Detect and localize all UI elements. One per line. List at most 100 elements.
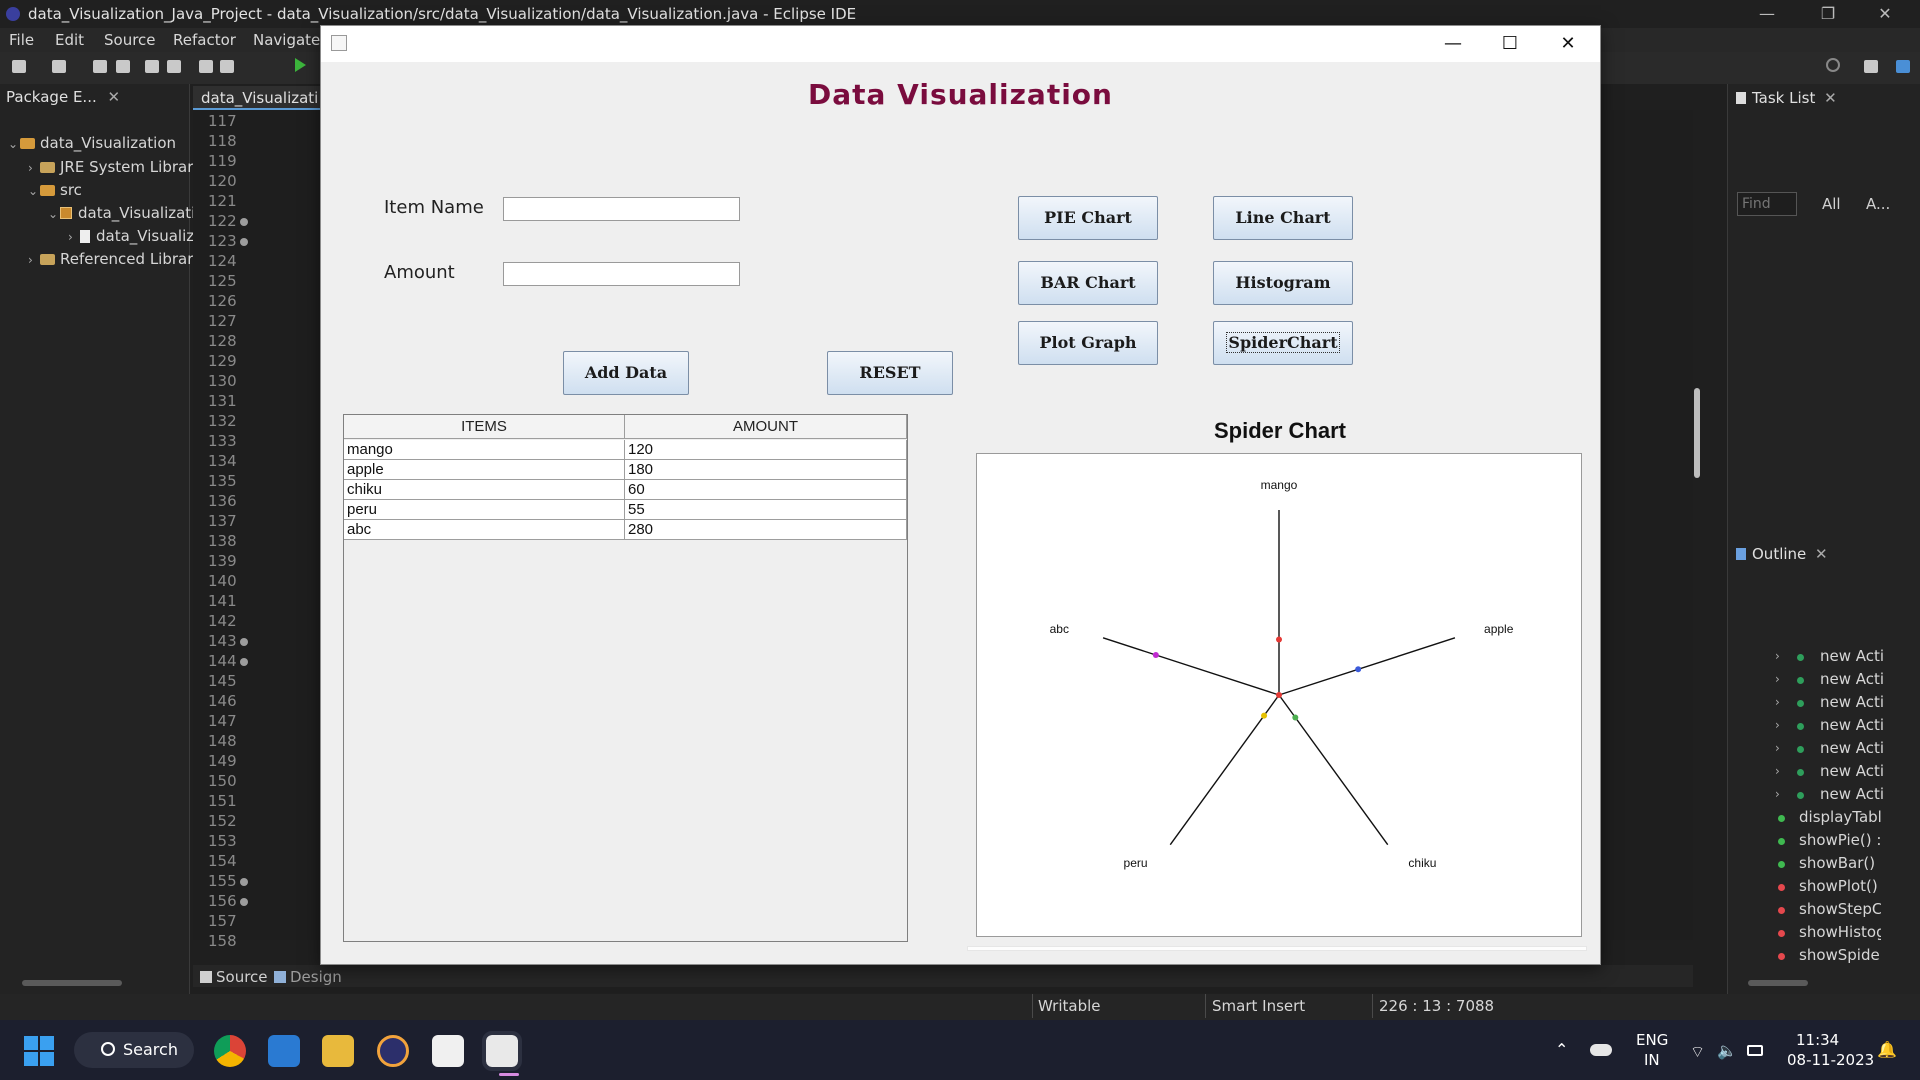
outline-item[interactable]: new Acti — [1820, 716, 1902, 734]
table-cell-amount[interactable]: 55 — [625, 500, 907, 520]
bar-chart-button[interactable]: BAR Chart — [1018, 261, 1158, 305]
tab-source[interactable]: Source — [200, 968, 268, 986]
start-icon[interactable] — [24, 1036, 54, 1066]
notification-bell-icon[interactable]: 🔔 — [1877, 1040, 1897, 1059]
java-app-icon[interactable] — [432, 1035, 464, 1067]
menu-refactor[interactable]: Refactor — [173, 31, 236, 49]
spider-chart-button[interactable]: SpiderChart — [1213, 321, 1353, 365]
table-cell-amount[interactable]: 60 — [625, 480, 907, 500]
line-chart-button[interactable]: Line Chart — [1213, 196, 1353, 240]
tree-item-src[interactable]: ⌄ src — [28, 181, 82, 203]
table-cell-item[interactable]: peru — [344, 500, 625, 520]
outline-item[interactable]: new Acti — [1820, 762, 1902, 780]
override-marker-icon[interactable] — [240, 238, 248, 246]
table-cell-item[interactable]: apple — [344, 460, 625, 480]
undo-icon[interactable] — [145, 60, 159, 73]
dialog-close-button[interactable]: ✕ — [1545, 30, 1591, 58]
add-data-button[interactable]: Add Data — [563, 351, 689, 395]
open-icon[interactable] — [52, 60, 66, 73]
dialog-maximize-button[interactable]: ☐ — [1487, 30, 1533, 58]
onedrive-icon[interactable] — [1590, 1044, 1612, 1056]
override-marker-icon[interactable] — [240, 898, 248, 906]
restore-button[interactable]: ❐ — [1805, 2, 1851, 26]
region-indicator[interactable]: IN — [1644, 1051, 1660, 1069]
override-marker-icon[interactable] — [240, 638, 248, 646]
outline-item[interactable]: showPie() : — [1799, 831, 1881, 849]
chevron-right-icon[interactable]: › — [1775, 741, 1780, 755]
close-icon[interactable]: ✕ — [108, 88, 121, 106]
outline-item[interactable]: new Acti — [1820, 785, 1902, 803]
chevron-right-icon[interactable]: › — [1775, 787, 1780, 801]
amount-input[interactable] — [503, 262, 740, 286]
table-cell-amount[interactable]: 180 — [625, 460, 907, 480]
tree-item-java-file[interactable]: › data_Visualiz — [68, 227, 194, 249]
file-explorer-icon[interactable] — [322, 1035, 354, 1067]
histogram-button[interactable]: Histogram — [1213, 261, 1353, 305]
column-header-items[interactable]: ITEMS — [344, 415, 625, 439]
chevron-right-icon[interactable]: › — [1775, 672, 1780, 686]
redo-icon[interactable] — [167, 60, 181, 73]
save-all-icon[interactable] — [116, 60, 130, 73]
outline-item[interactable]: showSpider — [1799, 946, 1881, 964]
override-marker-icon[interactable] — [240, 658, 248, 666]
open-perspective-icon[interactable] — [1864, 60, 1878, 73]
search-icon[interactable] — [1826, 58, 1840, 72]
java-app-active-icon[interactable] — [482, 1031, 522, 1071]
task-find-input[interactable] — [1737, 192, 1797, 216]
chevron-right-icon[interactable]: › — [1775, 649, 1780, 663]
skip-breakpoints-icon[interactable] — [220, 60, 234, 73]
reset-button[interactable]: RESET — [827, 351, 953, 395]
java-perspective-icon[interactable] — [1896, 60, 1910, 73]
table-cell-item[interactable]: mango — [344, 440, 625, 460]
menu-source[interactable]: Source — [104, 31, 156, 49]
column-header-amount[interactable]: AMOUNT — [625, 415, 907, 439]
save-icon[interactable] — [93, 60, 107, 73]
plot-graph-button[interactable]: Plot Graph — [1018, 321, 1158, 365]
chrome-icon[interactable] — [214, 1035, 246, 1067]
task-filter-all[interactable]: All — [1822, 195, 1841, 213]
chart-scrollbar[interactable] — [967, 946, 1587, 951]
tab-design[interactable]: Design — [274, 968, 342, 986]
tree-item-package[interactable]: ⌄ data_Visualizati — [48, 204, 195, 226]
right-panel-scrollbar[interactable] — [1748, 980, 1808, 986]
outline-item[interactable]: showBar() : — [1799, 854, 1881, 872]
table-cell-item[interactable]: chiku — [344, 480, 625, 500]
pie-chart-button[interactable]: PIE Chart — [1018, 196, 1158, 240]
clock-time[interactable]: 11:34 — [1796, 1031, 1839, 1049]
outline-item[interactable]: showPlot() — [1799, 877, 1881, 895]
task-filter-a[interactable]: A... — [1866, 195, 1890, 213]
tree-item-jre[interactable]: › JRE System Library — [28, 158, 202, 180]
outline-item[interactable]: showStepCl — [1799, 900, 1881, 918]
chevron-right-icon[interactable]: › — [1775, 695, 1780, 709]
outline-item[interactable]: new Acti — [1820, 670, 1902, 688]
volume-icon[interactable]: 🔈 — [1717, 1041, 1737, 1060]
minimize-button[interactable]: — — [1744, 2, 1790, 26]
override-marker-icon[interactable] — [240, 878, 248, 886]
menu-file[interactable]: File — [9, 31, 34, 49]
package-explorer-tab[interactable]: Package E... ✕ — [6, 88, 120, 106]
outline-item[interactable]: new Acti — [1820, 693, 1902, 711]
override-marker-icon[interactable] — [240, 218, 248, 226]
chevron-right-icon[interactable]: › — [1775, 764, 1780, 778]
clock-date[interactable]: 08-11-2023 — [1787, 1051, 1874, 1069]
tree-item-project[interactable]: ⌄ data_Visualization — [8, 134, 176, 156]
close-button[interactable]: ✕ — [1862, 2, 1908, 26]
item-name-input[interactable] — [503, 197, 740, 221]
menu-edit[interactable]: Edit — [55, 31, 84, 49]
debug-icon[interactable] — [199, 60, 213, 73]
outline-item[interactable]: new Acti — [1820, 739, 1902, 757]
close-icon[interactable]: ✕ — [1815, 545, 1828, 563]
chevron-right-icon[interactable]: › — [1775, 718, 1780, 732]
run-icon[interactable] — [295, 58, 306, 72]
battery-icon[interactable] — [1747, 1045, 1763, 1056]
outline-tab[interactable]: Outline ✕ — [1736, 545, 1828, 563]
chevron-up-icon[interactable]: ⌃ — [1555, 1040, 1568, 1059]
table-cell-amount[interactable]: 120 — [625, 440, 907, 460]
outline-item[interactable]: displayTabl — [1799, 808, 1881, 826]
wifi-icon[interactable]: ⌔ — [1690, 1042, 1705, 1062]
outline-item[interactable]: showHistog — [1799, 923, 1881, 941]
editor-scrollbar-thumb[interactable] — [1694, 388, 1700, 478]
task-list-tab[interactable]: Task List ✕ — [1736, 89, 1837, 107]
menu-navigate[interactable]: Navigate — [253, 31, 320, 49]
vscode-icon[interactable] — [268, 1035, 300, 1067]
